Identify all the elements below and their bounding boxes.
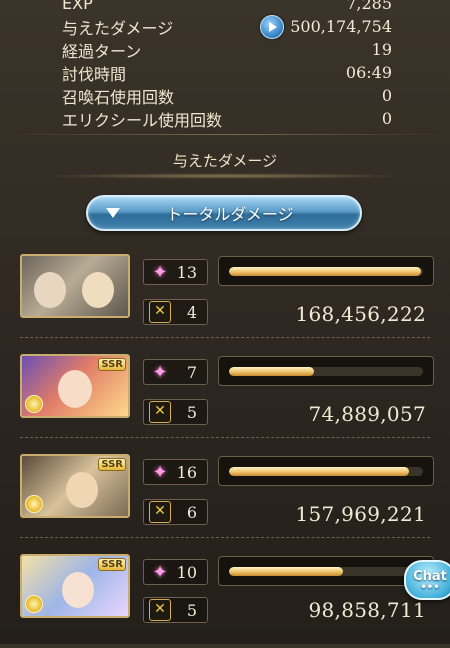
element-icon [25, 595, 43, 613]
element-icon [25, 495, 43, 513]
skill-count: ✕ 5 [143, 597, 208, 623]
skill-count: ✕ 5 [143, 399, 208, 425]
damage-bar-fill [229, 367, 315, 376]
damage-bar [218, 356, 434, 386]
stat-value: 06:49 [345, 63, 392, 82]
character-row: ✦ 13 ✕ 4 168,456,222 [0, 252, 450, 348]
damage-type-dropdown[interactable]: トータルダメージ [86, 195, 362, 231]
stat-label: 討伐時間 [62, 64, 127, 84]
character-row: SSR ✦ 10 ✕ 5 98,858,711 [0, 552, 450, 648]
star-icon: ✦ [152, 261, 168, 283]
stat-label: EXP [62, 0, 93, 13]
star-icon: ✦ [152, 361, 168, 383]
ssr-badge: SSR [98, 358, 126, 371]
chevron-down-icon [106, 208, 120, 218]
skill-icon: ✕ [149, 501, 171, 523]
skill-icon: ✕ [149, 401, 171, 423]
stat-value: 0 [381, 109, 392, 128]
character-row: SSR ✦ 7 ✕ 5 74,889,057 [0, 352, 450, 448]
battle-stats: EXP 7,285 与えたダメージ 500,174,754 経過ターン 19 討… [62, 0, 392, 130]
stat-elixir-uses: エリクシール使用回数 0 [62, 107, 392, 130]
skill-count: ✕ 4 [143, 299, 208, 325]
element-icon [25, 395, 43, 413]
star-count: ✦ 10 [143, 559, 208, 585]
stat-label: 経過ターン [62, 41, 142, 61]
damage-value: 98,858,711 [308, 598, 426, 622]
ssr-badge: SSR [98, 558, 126, 571]
damage-value: 168,456,222 [295, 302, 426, 326]
ssr-badge: SSR [98, 458, 126, 471]
stat-label: 与えたダメージ [62, 18, 174, 38]
character-portrait[interactable]: SSR [20, 554, 130, 618]
star-count: ✦ 7 [143, 359, 208, 385]
stat-time: 討伐時間 06:49 [62, 61, 392, 84]
section-divider [0, 134, 450, 135]
character-portrait[interactable] [20, 254, 130, 318]
row-divider [20, 537, 430, 538]
chat-dots-icon: ••• [420, 581, 440, 593]
star-count: ✦ 13 [143, 259, 208, 285]
character-row: SSR ✦ 16 ✕ 6 157,969,221 [0, 452, 450, 548]
stat-summon-uses: 召喚石使用回数 0 [62, 84, 392, 107]
dropdown-label: トータルダメージ [166, 205, 294, 224]
play-icon[interactable] [260, 14, 285, 39]
stat-value: 7,285 [346, 0, 392, 13]
stat-damage: 与えたダメージ 500,174,754 [62, 14, 392, 39]
chat-button[interactable]: Chat ••• [404, 560, 450, 600]
damage-value: 157,969,221 [295, 502, 426, 526]
star-icon: ✦ [152, 561, 168, 583]
damage-bar [218, 456, 434, 486]
character-portrait[interactable]: SSR [20, 454, 130, 518]
stat-exp: EXP 7,285 [62, 0, 392, 15]
row-divider [20, 337, 430, 338]
stat-value: 500,174,754 [290, 17, 392, 36]
skill-icon: ✕ [149, 301, 171, 323]
star-count: ✦ 16 [143, 459, 208, 485]
damage-bar-fill [229, 567, 344, 576]
section-title: 与えたダメージ [0, 150, 450, 179]
stat-label: 召喚石使用回数 [62, 87, 175, 107]
skill-icon: ✕ [149, 599, 171, 621]
stat-label: エリクシール使用回数 [62, 110, 223, 130]
stat-turns: 経過ターン 19 [62, 38, 392, 61]
character-portrait[interactable]: SSR [20, 354, 130, 418]
damage-bar-fill [229, 267, 422, 276]
damage-bar-fill [229, 467, 410, 476]
row-divider [20, 437, 430, 438]
skill-count: ✕ 6 [143, 499, 208, 525]
stat-value: 19 [371, 40, 392, 59]
stat-value: 0 [381, 86, 392, 105]
damage-bar [218, 256, 434, 286]
damage-bar [218, 556, 434, 586]
star-icon: ✦ [152, 461, 168, 483]
damage-value: 74,889,057 [308, 402, 426, 426]
